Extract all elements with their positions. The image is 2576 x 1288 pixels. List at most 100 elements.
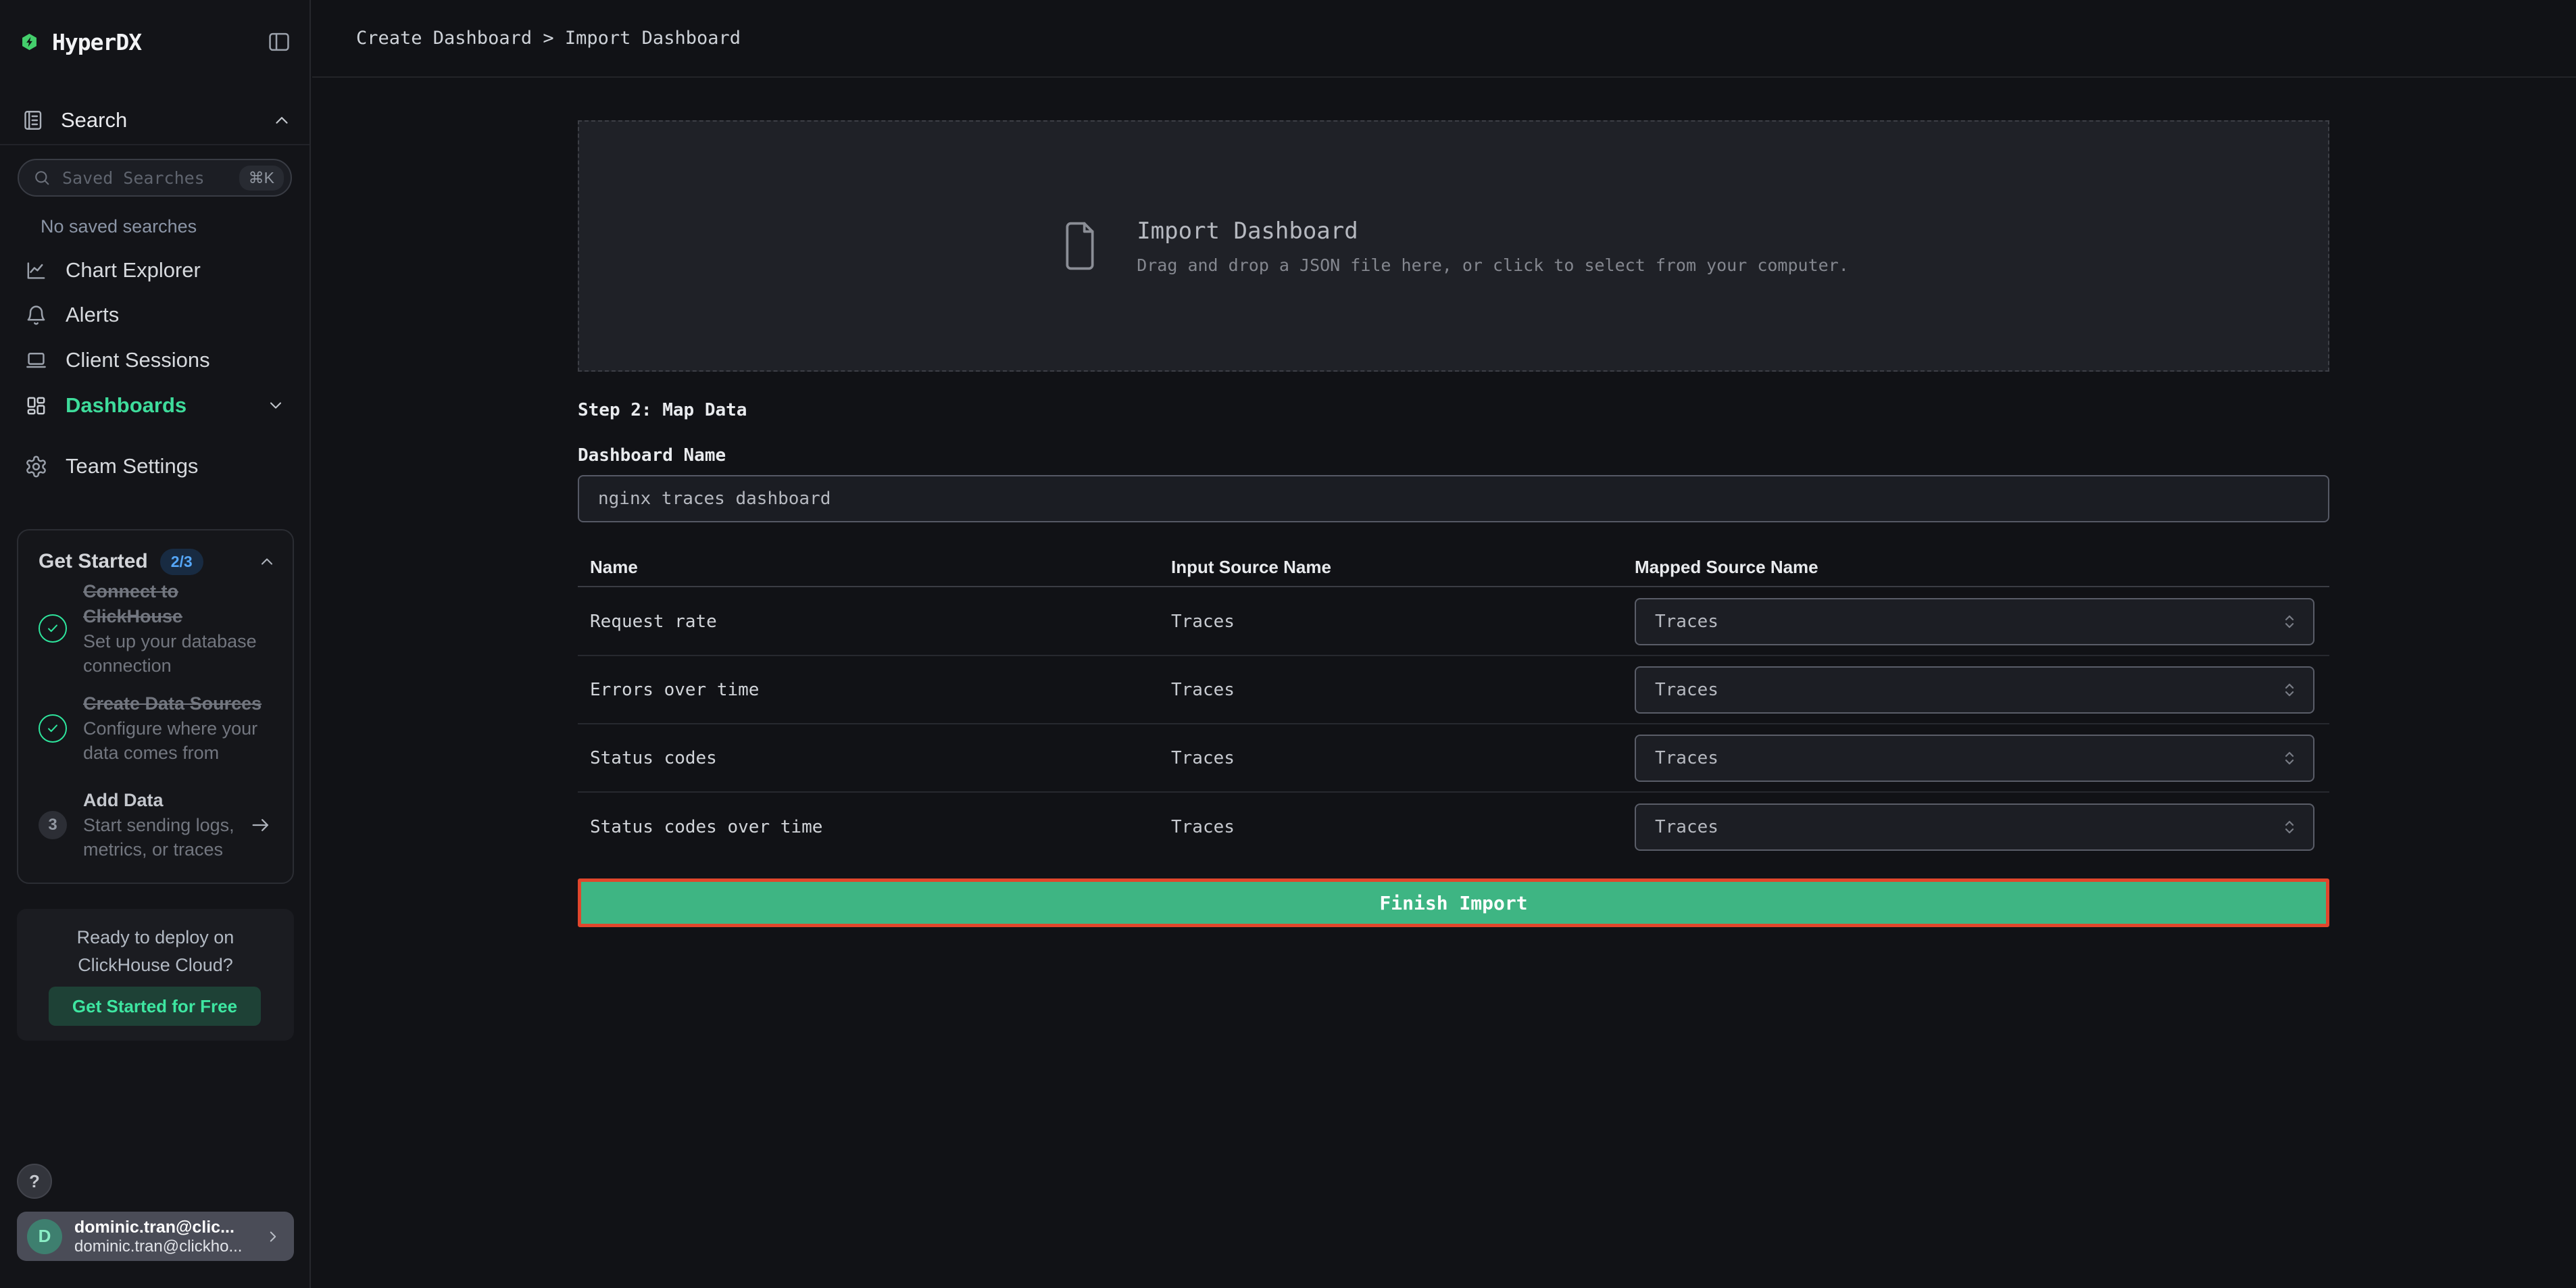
cell-input-source: Traces	[1171, 817, 1635, 837]
help-button[interactable]: ?	[17, 1164, 52, 1199]
mapped-source-select[interactable]: Traces	[1635, 666, 2314, 714]
sidebar-item-chart-explorer[interactable]: Chart Explorer	[18, 251, 292, 290]
get-started-title: Get Started	[39, 550, 148, 573]
table-row: Errors over time Traces Traces	[578, 656, 2329, 724]
select-value: Traces	[1655, 748, 2279, 768]
deploy-text-line2: ClickHouse Cloud?	[17, 951, 294, 979]
cell-name: Errors over time	[590, 680, 1171, 700]
table-row: Status codes Traces Traces	[578, 724, 2329, 793]
sidebar-divider	[0, 144, 309, 145]
get-started-item-connect[interactable]: Connect to ClickHouse Set up your databa…	[39, 579, 276, 678]
sidebar-item-label: Chart Explorer	[66, 258, 201, 282]
app-title: HyperDX	[52, 29, 141, 55]
panel-left-icon	[266, 29, 292, 55]
user-name: dominic.tran@clic...	[74, 1217, 264, 1237]
avatar: D	[27, 1219, 62, 1254]
deploy-text-line1: Ready to deploy on	[17, 924, 294, 951]
sidebar-item-label: Client Sessions	[66, 348, 210, 372]
finish-import-button[interactable]: Finish Import	[578, 878, 2329, 927]
notebook-icon	[20, 108, 45, 132]
layout-dashboard-icon	[24, 394, 48, 418]
breadcrumb: Create Dashboard > Import Dashboard	[356, 28, 741, 49]
deploy-card: Ready to deploy on ClickHouse Cloud? Get…	[17, 909, 294, 1041]
sidebar-item-dashboards[interactable]: Dashboards	[18, 386, 292, 425]
file-icon	[1058, 218, 1101, 274]
saved-searches-placeholder: Saved Searches	[62, 168, 239, 188]
chart-line-icon	[24, 259, 48, 282]
import-dropzone[interactable]: Import Dashboard Drag and drop a JSON fi…	[578, 120, 2329, 372]
cell-input-source: Traces	[1171, 680, 1635, 700]
chevron-up-icon	[257, 552, 276, 571]
step-label: Step 2: Map Data	[578, 400, 747, 420]
select-value: Traces	[1655, 612, 2279, 632]
get-started-item-description: Configure where your data comes from	[83, 716, 267, 765]
get-started-progress-badge: 2/3	[160, 549, 203, 575]
cell-input-source: Traces	[1171, 612, 1635, 632]
mapped-source-select[interactable]: Traces	[1635, 803, 2314, 851]
topbar: Create Dashboard > Import Dashboard	[312, 0, 2576, 78]
cell-name: Request rate	[590, 612, 1171, 632]
get-started-item-add-data[interactable]: 3 Add Data Start sending logs, metrics, …	[39, 788, 276, 862]
chevrons-up-down-icon	[2279, 612, 2300, 632]
laptop-icon	[24, 349, 48, 372]
cell-name: Status codes	[590, 748, 1171, 768]
get-started-item-description: Set up your database connection	[83, 629, 267, 678]
arrow-right-icon	[249, 814, 272, 837]
chevron-right-icon	[264, 1228, 282, 1245]
select-value: Traces	[1655, 680, 2279, 700]
get-started-item-title: Create Data Sources	[83, 691, 267, 716]
chevrons-up-down-icon	[2279, 680, 2300, 700]
get-started-item-description: Start sending logs, metrics, or traces	[83, 813, 252, 862]
column-header-mapped-source: Mapped Source Name	[1635, 557, 2329, 578]
table-row: Status codes over time Traces Traces	[578, 793, 2329, 861]
get-started-free-button[interactable]: Get Started for Free	[49, 987, 261, 1026]
chevron-up-icon	[272, 110, 292, 130]
chevron-down-icon	[266, 396, 285, 415]
get-started-card: Get Started 2/3 Connect to ClickHouse Se…	[17, 529, 294, 884]
search-section-label: Search	[61, 108, 127, 132]
sidebar-item-label: Dashboards	[66, 393, 187, 418]
breadcrumb-separator: >	[543, 28, 553, 49]
get-started-item-sources[interactable]: Create Data Sources Configure where your…	[39, 691, 276, 765]
dashboard-name-label: Dashboard Name	[578, 445, 726, 466]
hyperdx-logo-icon	[20, 32, 39, 52]
bell-icon	[24, 303, 48, 327]
logo-row: HyperDX	[20, 24, 292, 59]
sidebar: HyperDX Search Saved Searches ⌘K No save…	[0, 0, 311, 1288]
dropzone-subtitle: Drag and drop a JSON file here, or click…	[1137, 255, 1849, 275]
cell-input-source: Traces	[1171, 748, 1635, 768]
column-header-name: Name	[590, 557, 1171, 578]
sidebar-item-alerts[interactable]: Alerts	[18, 295, 292, 335]
dropzone-title: Import Dashboard	[1137, 218, 1849, 245]
breadcrumb-create-dashboard[interactable]: Create Dashboard	[356, 28, 532, 49]
no-saved-searches-text: No saved searches	[41, 216, 197, 237]
get-started-item-title: Add Data	[83, 788, 252, 813]
column-header-input-source: Input Source Name	[1171, 557, 1635, 578]
sidebar-item-label: Team Settings	[66, 454, 198, 478]
sidebar-collapse-button[interactable]	[266, 29, 292, 55]
breadcrumb-import-dashboard[interactable]: Import Dashboard	[565, 28, 741, 49]
check-circle-icon	[39, 614, 67, 643]
get-started-item-title: Connect to ClickHouse	[83, 579, 267, 629]
sidebar-item-label: Alerts	[66, 303, 119, 327]
dashboard-name-input[interactable]	[578, 475, 2329, 522]
table-row: Request rate Traces Traces	[578, 588, 2329, 656]
main-area: Create Dashboard > Import Dashboard Impo…	[312, 0, 2576, 1288]
cell-name: Status codes over time	[590, 817, 1171, 837]
get-started-header[interactable]: Get Started 2/3	[39, 547, 276, 576]
search-icon	[32, 168, 51, 187]
mapped-source-select[interactable]: Traces	[1635, 735, 2314, 782]
sidebar-item-team-settings[interactable]: Team Settings	[18, 447, 292, 486]
check-circle-icon	[39, 714, 67, 743]
user-menu[interactable]: D dominic.tran@clic... dominic.tran@clic…	[17, 1212, 294, 1261]
sidebar-item-client-sessions[interactable]: Client Sessions	[18, 341, 292, 380]
mapped-source-select[interactable]: Traces	[1635, 598, 2314, 645]
gear-icon	[24, 455, 48, 478]
chevrons-up-down-icon	[2279, 817, 2300, 837]
chevrons-up-down-icon	[2279, 748, 2300, 768]
step-number-badge: 3	[39, 811, 67, 839]
saved-searches-input[interactable]: Saved Searches ⌘K	[18, 159, 292, 197]
table-header-row: Name Input Source Name Mapped Source Nam…	[578, 549, 2329, 587]
shortcut-badge: ⌘K	[239, 166, 284, 191]
sidebar-item-search[interactable]: Search	[20, 101, 292, 139]
